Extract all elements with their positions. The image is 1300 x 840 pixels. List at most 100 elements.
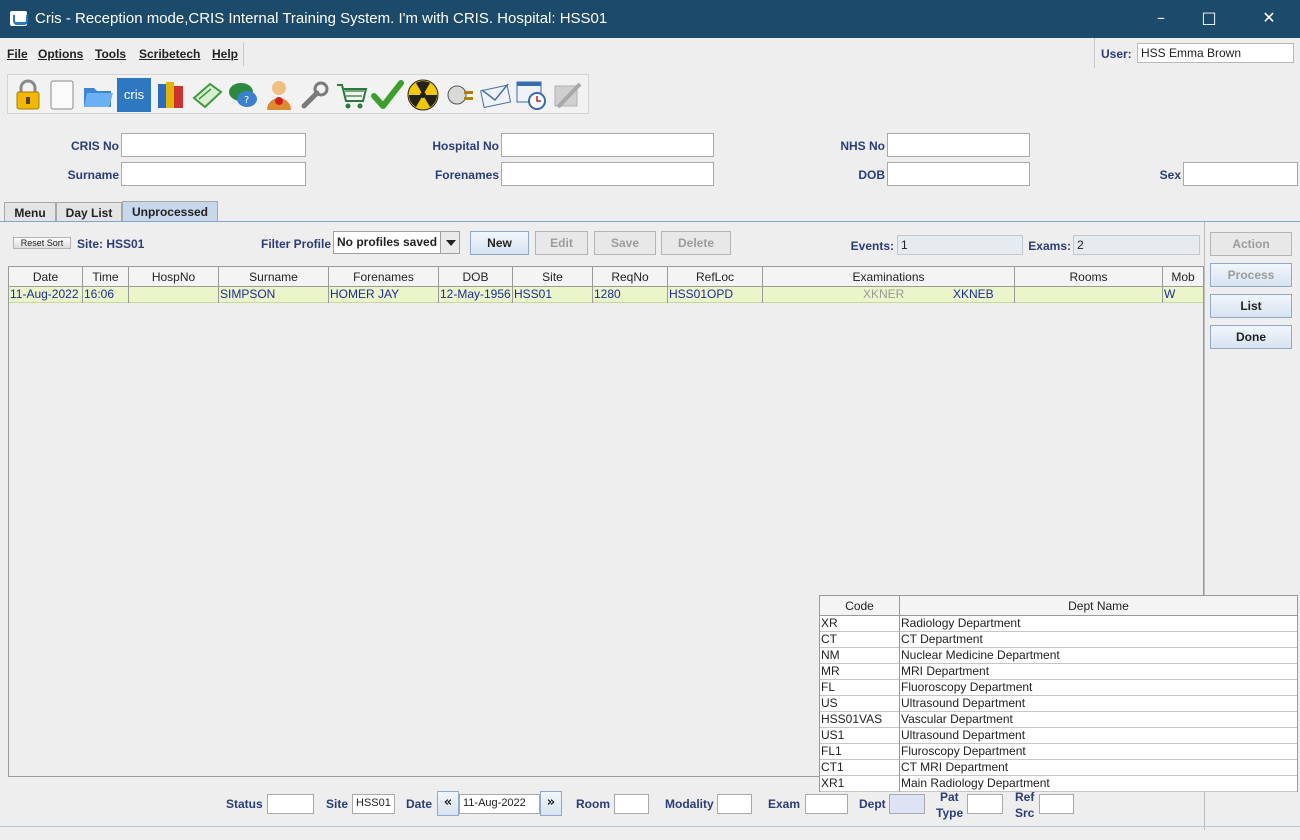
- forenames-input[interactable]: [501, 162, 714, 186]
- close-button[interactable]: ✕: [1246, 0, 1292, 38]
- dept-code: XR: [820, 616, 900, 632]
- col-header-forenames[interactable]: Forenames: [329, 267, 439, 287]
- col-header-refloc[interactable]: RefLoc: [668, 267, 763, 287]
- forenames-label: Forenames: [434, 168, 499, 182]
- dept-option-row[interactable]: CT1 CT MRI Department: [820, 760, 1297, 776]
- table-row[interactable]: 11-Aug-2022 16:06 SIMPSON HOMER JAY 12-M…: [9, 287, 1203, 303]
- open-folder-icon[interactable]: [81, 78, 115, 112]
- col-header-rooms[interactable]: Rooms: [1015, 267, 1163, 287]
- next-date-button[interactable]: »: [540, 791, 562, 816]
- dept-option-row[interactable]: MR MRI Department: [820, 664, 1297, 680]
- prev-date-button[interactable]: «: [437, 791, 459, 816]
- dob-input[interactable]: [887, 162, 1030, 186]
- col-header-site[interactable]: Site: [513, 267, 593, 287]
- modality-input[interactable]: [717, 794, 752, 814]
- user-info-icon[interactable]: [262, 78, 296, 112]
- maximize-button[interactable]: □: [1186, 0, 1232, 38]
- filter-profile-select[interactable]: No profiles saved: [333, 231, 460, 254]
- dept-code: MR: [820, 664, 900, 680]
- dept-option-row[interactable]: XR Radiology Department: [820, 616, 1297, 632]
- col-header-mob[interactable]: Mob: [1163, 267, 1203, 287]
- hospital-no-input[interactable]: [501, 133, 714, 157]
- nhs-no-input[interactable]: [887, 133, 1030, 157]
- dept-option-row[interactable]: XR1 Main Radiology Department: [820, 776, 1297, 792]
- dept-code: NM: [820, 648, 900, 664]
- dept-option-row[interactable]: HSS01VAS Vascular Department: [820, 712, 1297, 728]
- minimize-button[interactable]: –: [1138, 0, 1184, 38]
- menu-scribetech[interactable]: Scribetech: [139, 47, 200, 61]
- col-header-reqno[interactable]: ReqNo: [593, 267, 668, 287]
- user-area: User: HSS Emma Brown: [1094, 38, 1300, 68]
- plug-icon[interactable]: [442, 78, 476, 112]
- dept-option-row[interactable]: NM Nuclear Medicine Department: [820, 648, 1297, 664]
- ref-src-label-line1: Ref: [1015, 790, 1035, 804]
- new-button[interactable]: New: [470, 231, 529, 255]
- save-button[interactable]: Save: [594, 231, 656, 255]
- room-input[interactable]: [614, 794, 649, 814]
- menu-file[interactable]: File: [7, 47, 28, 61]
- user-label: User:: [1101, 47, 1132, 61]
- action-button[interactable]: Action: [1210, 232, 1292, 256]
- dob-label: DOB: [858, 168, 885, 182]
- dept-name: Ultrasound Department: [901, 696, 1026, 710]
- menu-tools[interactable]: Tools: [95, 47, 126, 61]
- col-header-dob[interactable]: DOB: [439, 267, 513, 287]
- pat-type-label-line1: Pat: [940, 790, 959, 804]
- pat-type-input[interactable]: [967, 794, 1003, 814]
- cris-logo-icon[interactable]: cris: [117, 78, 151, 112]
- col-header-examinations[interactable]: Examinations: [763, 267, 1015, 287]
- clock-window-icon[interactable]: [514, 78, 548, 112]
- menu-options[interactable]: Options: [38, 47, 83, 61]
- blank-page-icon[interactable]: [45, 78, 79, 112]
- col-header-surname[interactable]: Surname: [219, 267, 329, 287]
- col-header-time[interactable]: Time: [83, 267, 129, 287]
- lock-icon[interactable]: [11, 78, 45, 112]
- edit-button[interactable]: Edit: [535, 231, 588, 255]
- sex-input[interactable]: [1183, 162, 1298, 186]
- dept-option-row[interactable]: FL1 Fluroscopy Department: [820, 744, 1297, 760]
- col-header-hospno[interactable]: HospNo: [129, 267, 219, 287]
- dept-option-row[interactable]: FL Fluoroscopy Department: [820, 680, 1297, 696]
- exam-code: XKNEB: [953, 287, 994, 301]
- green-tick-icon[interactable]: [370, 78, 404, 112]
- dept-code: CT: [820, 632, 900, 648]
- hospital-no-label: Hospital No: [432, 139, 499, 153]
- list-button[interactable]: List: [1210, 294, 1292, 318]
- radiation-icon[interactable]: [406, 78, 440, 112]
- col-header-date[interactable]: Date: [9, 267, 83, 287]
- process-button[interactable]: Process: [1210, 263, 1292, 287]
- notebook-icon[interactable]: [190, 78, 224, 112]
- wrench-icon[interactable]: [298, 78, 332, 112]
- shopping-cart-icon[interactable]: [334, 78, 368, 112]
- exam-input[interactable]: [805, 794, 848, 814]
- cris-no-input[interactable]: [121, 133, 306, 157]
- user-field[interactable]: HSS Emma Brown: [1137, 43, 1294, 63]
- tab-unprocessed[interactable]: Unprocessed: [122, 201, 218, 222]
- menu-help[interactable]: Help: [212, 47, 238, 61]
- footer-site-input[interactable]: HSS01: [352, 794, 395, 814]
- events-label: Events:: [850, 239, 894, 253]
- status-input[interactable]: [267, 794, 314, 814]
- delete-button[interactable]: Delete: [661, 231, 731, 255]
- dept-option-row[interactable]: CT CT Department: [820, 632, 1297, 648]
- dept-option-row[interactable]: US1 Ultrasound Department: [820, 728, 1297, 744]
- tab-menu[interactable]: Menu: [4, 202, 56, 222]
- done-button[interactable]: Done: [1210, 325, 1292, 349]
- surname-input[interactable]: [121, 162, 306, 186]
- cell-date: 11-Aug-2022: [9, 287, 83, 303]
- window-title: Cris - Reception mode,CRIS Internal Trai…: [35, 10, 608, 27]
- chat-icon[interactable]: ?: [226, 78, 260, 112]
- date-input[interactable]: 11-Aug-2022: [459, 794, 540, 814]
- cell-time: 16:06: [83, 287, 129, 303]
- reset-sort-button[interactable]: Reset Sort: [13, 237, 71, 249]
- dept-lookup-popup[interactable]: Code Dept Name XR Radiology Department CT C…: [819, 595, 1298, 792]
- menu-group: File Options Tools Scribetech Help: [2, 42, 244, 66]
- envelope-icon[interactable]: [478, 78, 512, 112]
- chevron-down-icon[interactable]: [440, 232, 459, 253]
- cell-rooms: [1015, 287, 1163, 303]
- tab-day-list[interactable]: Day List: [56, 202, 122, 222]
- dept-input[interactable]: [889, 794, 925, 814]
- ref-src-input[interactable]: [1039, 794, 1074, 814]
- books-icon[interactable]: [154, 78, 188, 112]
- dept-option-row[interactable]: US Ultrasound Department: [820, 696, 1297, 712]
